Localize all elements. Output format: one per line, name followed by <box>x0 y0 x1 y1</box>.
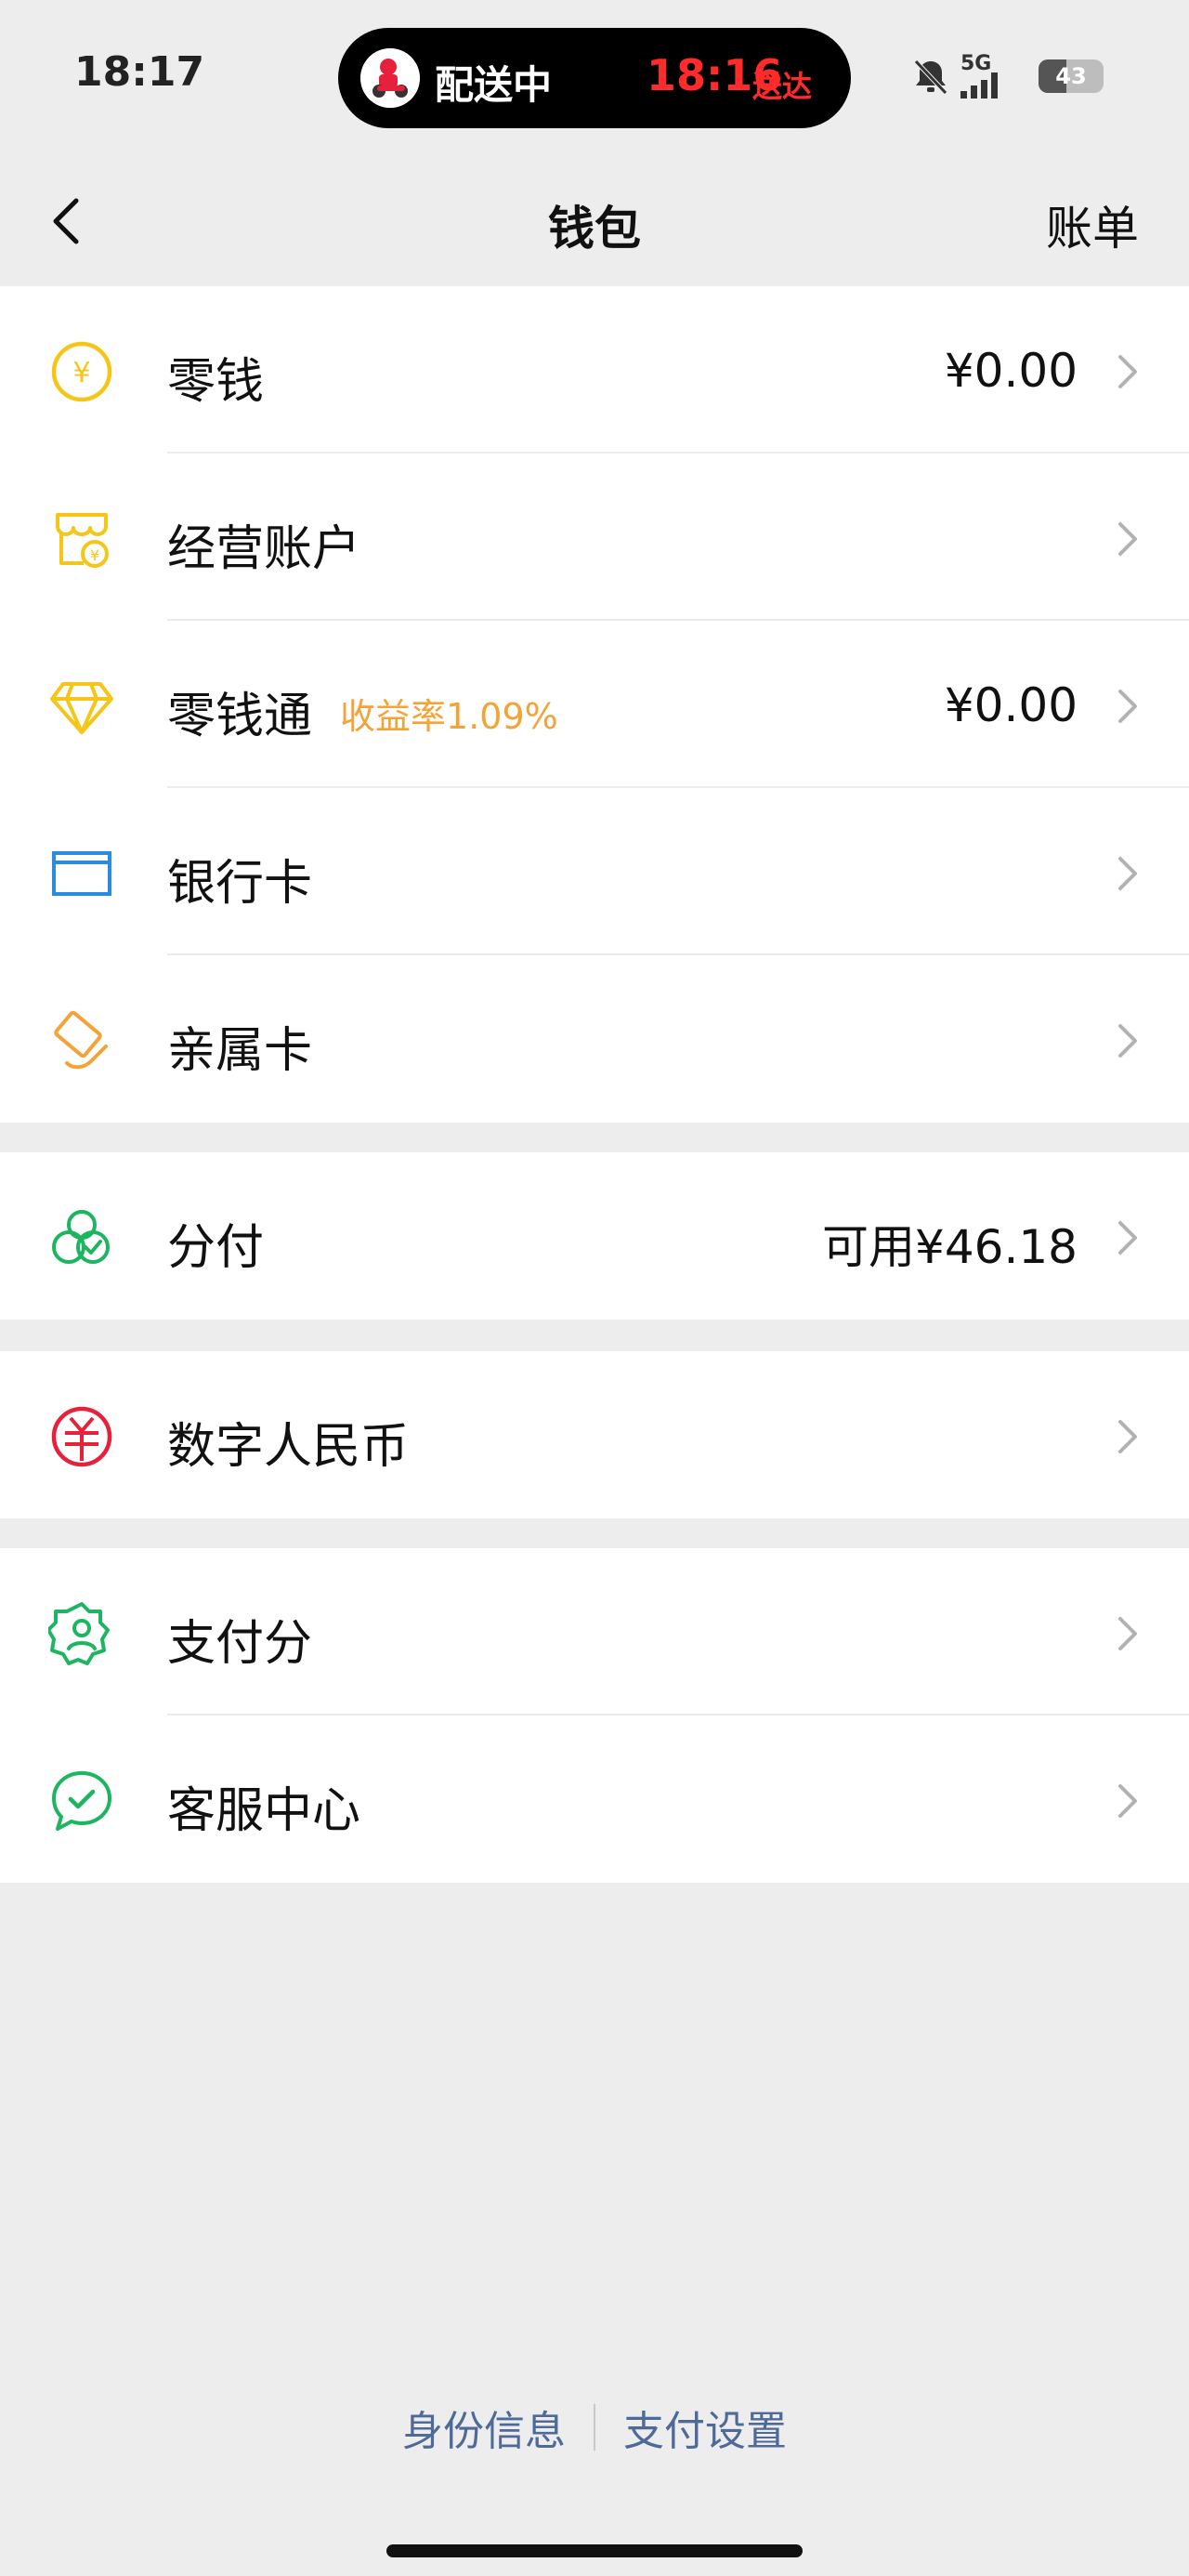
row-value: 可用¥46.18 <box>822 1220 1078 1274</box>
chevron-right-icon <box>1118 1024 1137 1058</box>
chevron-right-icon <box>1118 857 1137 890</box>
svg-text:¥: ¥ <box>90 546 99 564</box>
digital-rmb-icon <box>51 1406 112 1467</box>
delivery-status-label: 配送中 <box>435 62 553 108</box>
row-bank-card[interactable]: 银行卡 <box>0 788 1189 955</box>
chevron-right-icon <box>1118 522 1137 556</box>
row-label: 分付 <box>167 1220 265 1276</box>
customer-service-icon <box>52 1771 111 1831</box>
chevron-right-icon <box>1118 690 1137 723</box>
row-digital-rmb[interactable]: 数字人民币 <box>0 1351 1189 1518</box>
chevron-right-icon <box>1118 1420 1137 1453</box>
chevron-right-icon <box>1118 1784 1137 1818</box>
navigation-bar: 钱包 账单 <box>0 158 1189 286</box>
page-title: 钱包 <box>548 202 641 256</box>
wallet-page: 18:17 配送中 18:16 送达 5G 43 钱包 账单 ¥ 零钱 ¥0.0… <box>0 0 1189 2576</box>
status-indicators: 5G 43 <box>910 52 1115 100</box>
row-pay-score[interactable]: 支付分 <box>0 1548 1189 1715</box>
battery-level: 43 <box>1055 63 1087 89</box>
identity-info-link[interactable]: 身份信息 <box>402 2398 566 2457</box>
diamond-icon <box>50 682 113 734</box>
wallet-group-balance: ¥ 零钱 ¥0.00 ¥ 经营账户 零钱通 收益率1.09% ¥0.00 银行卡… <box>0 286 1189 1123</box>
bill-button[interactable]: 账单 <box>1046 191 1139 258</box>
bank-card-icon <box>52 851 111 896</box>
status-bar: 18:17 配送中 18:16 送达 5G 43 <box>0 0 1189 158</box>
row-label: 客服中心 <box>167 1783 361 1839</box>
wallet-group-credit: 分付 可用¥46.18 <box>0 1152 1189 1320</box>
row-label: 零钱通 收益率1.09% <box>167 677 558 746</box>
wallet-group-ecny: 数字人民币 <box>0 1351 1189 1518</box>
row-label: 亲属卡 <box>167 1023 313 1079</box>
row-label: 数字人民币 <box>167 1419 410 1475</box>
row-label: 银行卡 <box>167 856 313 912</box>
chevron-right-icon <box>1118 1221 1137 1255</box>
delivery-rider-icon <box>360 48 420 108</box>
chevron-right-icon <box>1118 355 1137 388</box>
row-label: 零钱 <box>167 354 265 410</box>
yield-rate-tag: 收益率1.09% <box>340 696 558 737</box>
pay-score-icon <box>48 1602 110 1665</box>
row-label-text: 零钱通 <box>167 689 313 744</box>
bell-muted-icon <box>914 59 947 95</box>
row-change[interactable]: ¥ 零钱 ¥0.00 <box>0 286 1189 453</box>
row-business-account[interactable]: ¥ 经营账户 <box>0 453 1189 621</box>
row-label: 支付分 <box>167 1616 313 1672</box>
home-indicator[interactable] <box>386 2544 803 2557</box>
svg-text:¥: ¥ <box>72 357 90 389</box>
wallet-group-services: 支付分 客服中心 <box>0 1548 1189 1883</box>
row-label: 经营账户 <box>167 521 361 577</box>
row-value: ¥0.00 <box>944 678 1078 732</box>
delivery-live-activity[interactable]: 配送中 18:16 送达 <box>338 28 851 128</box>
footer-separator <box>594 2404 595 2451</box>
row-fenfu[interactable]: 分付 可用¥46.18 <box>0 1152 1189 1320</box>
store-account-icon: ¥ <box>56 513 109 568</box>
row-lingqiantong[interactable]: 零钱通 收益率1.09% ¥0.00 <box>0 621 1189 788</box>
chevron-right-icon <box>1118 1617 1137 1650</box>
row-value: ¥0.00 <box>944 344 1078 398</box>
battery-icon: 43 <box>1039 59 1104 93</box>
row-customer-service[interactable]: 客服中心 <box>0 1715 1189 1883</box>
status-time: 18:17 <box>74 48 205 96</box>
signal-icon <box>960 72 998 99</box>
delivery-eta-suffix: 送达 <box>752 69 813 104</box>
fenfu-icon <box>52 1210 110 1264</box>
payment-settings-link[interactable]: 支付设置 <box>623 2398 787 2457</box>
family-card-icon <box>54 1010 108 1070</box>
coin-yen-icon: ¥ <box>51 341 112 402</box>
footer-links: 身份信息 支付设置 <box>0 2398 1189 2463</box>
row-family-card[interactable]: 亲属卡 <box>0 955 1189 1123</box>
